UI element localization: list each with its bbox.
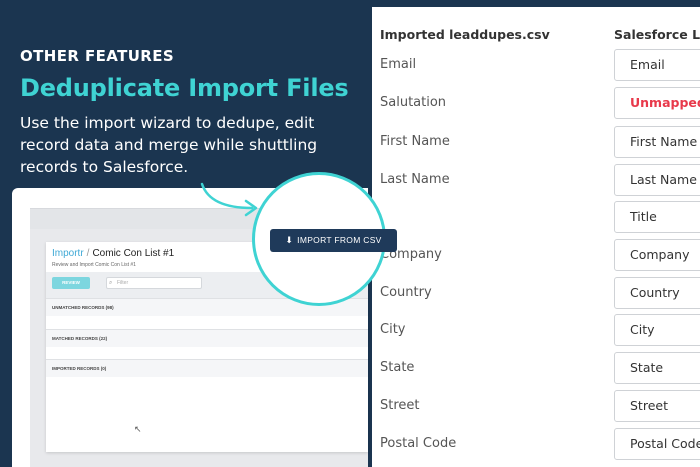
mapping-row: Last Name Last Name: [372, 164, 700, 196]
section-eyebrow: OTHER FEATURES: [20, 47, 175, 65]
mapping-row: Title: [372, 201, 700, 233]
csv-field-label: Salutation: [380, 95, 447, 110]
list-title: Comic Con List #1: [92, 248, 175, 259]
salesforce-field-select[interactable]: Street: [614, 390, 700, 422]
csv-column-header: Imported leaddupes.csv: [380, 27, 550, 42]
filter-input[interactable]: ⌕ Filter: [106, 277, 202, 289]
salesforce-field-select[interactable]: Last Name: [614, 164, 700, 196]
imported-records-section[interactable]: IMPORTED RECORDS (0): [46, 359, 368, 377]
mouse-cursor-icon: ↖: [134, 424, 142, 434]
salesforce-field-select[interactable]: City: [614, 314, 700, 346]
mapping-row: State State: [372, 352, 700, 384]
mapping-row: First Name First Name: [372, 126, 700, 158]
mapping-row: Email Email: [372, 49, 700, 81]
csv-field-label: City: [380, 322, 406, 337]
import-button-label: IMPORT FROM CSV: [297, 235, 382, 245]
mapping-row: Company Company: [372, 239, 700, 271]
page-subtitle: Review and Import Comic Con List #1: [52, 262, 136, 268]
salesforce-field-select[interactable]: Company: [614, 239, 700, 271]
mapping-row: Salutation Unmapped: [372, 87, 700, 119]
csv-field-label: Postal Code: [380, 436, 457, 451]
feature-description: Use the import wizard to dedupe, edit re…: [20, 114, 318, 176]
breadcrumb-separator: /: [86, 248, 90, 259]
csv-field-label: Country: [380, 285, 432, 300]
matched-records-section[interactable]: MATCHED RECORDS (22): [46, 329, 368, 347]
salesforce-field-select[interactable]: Title: [614, 201, 700, 233]
salesforce-field-select[interactable]: Email: [614, 49, 700, 81]
csv-field-label: Last Name: [380, 172, 450, 187]
mapping-row: Country Country: [372, 277, 700, 309]
salesforce-field-select[interactable]: Postal Code: [614, 428, 700, 460]
download-icon: ⬇: [285, 235, 294, 245]
csv-field-label: Email: [380, 57, 417, 72]
salesforce-field-select[interactable]: Country: [614, 277, 700, 309]
feature-headline: Deduplicate Import Files: [20, 74, 349, 102]
brand-link[interactable]: Importr: [52, 248, 84, 259]
filter-placeholder: Filter: [117, 280, 129, 286]
field-mapping-panel: Imported leaddupes.csv Salesforce Le Ema…: [372, 7, 700, 467]
csv-field-label: Street: [380, 398, 420, 413]
salesforce-field-select[interactable]: First Name: [614, 126, 700, 158]
salesforce-field-header: Salesforce Le: [614, 27, 700, 42]
salesforce-field-select[interactable]: Unmapped: [614, 87, 700, 119]
import-from-csv-button[interactable]: ⬇ IMPORT FROM CSV: [270, 229, 397, 252]
review-button[interactable]: REVIEW: [52, 277, 90, 289]
mapping-row: Postal Code Postal Code: [372, 428, 700, 460]
mapping-row: Street Street: [372, 390, 700, 422]
mapping-row: City City: [372, 314, 700, 346]
csv-field-label: First Name: [380, 134, 450, 149]
salesforce-field-select[interactable]: State: [614, 352, 700, 384]
search-icon: ⌕: [109, 280, 113, 286]
csv-field-label: State: [380, 360, 415, 375]
page-title: Importr / Comic Con List #1: [52, 248, 174, 259]
